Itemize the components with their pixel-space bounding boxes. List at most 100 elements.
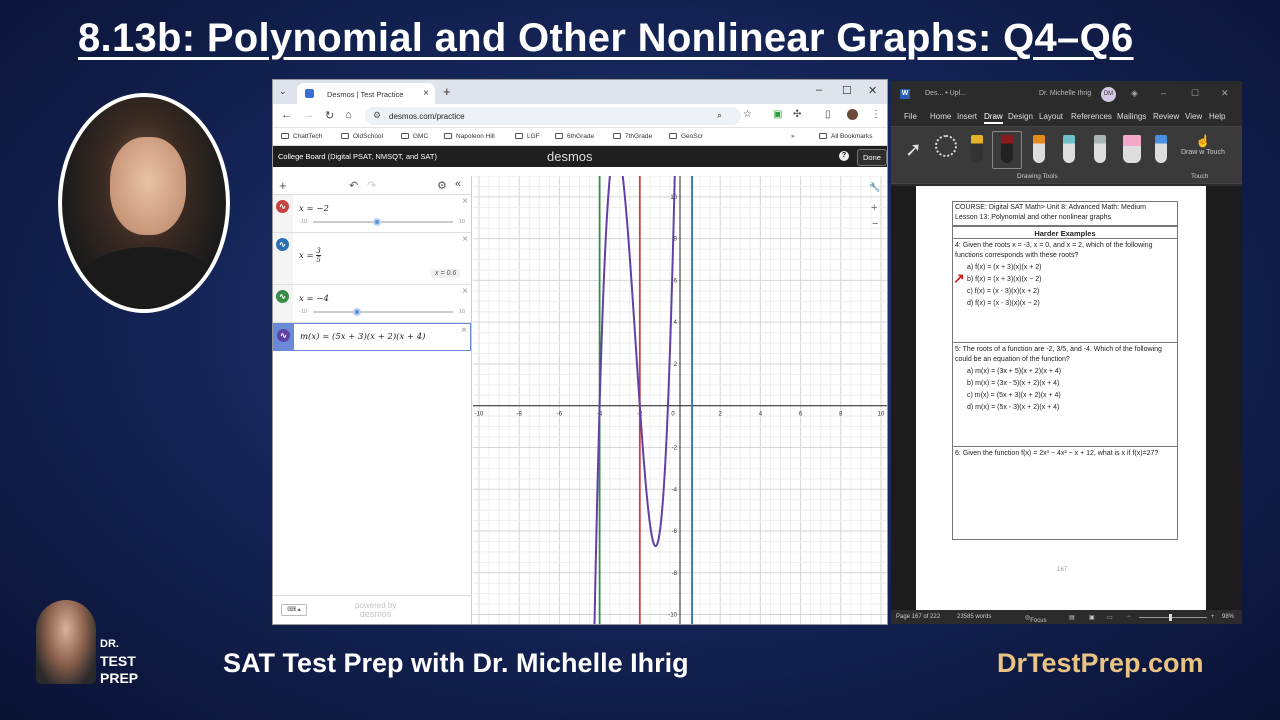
word-count[interactable]: 23585 words	[957, 614, 991, 620]
extension-icon[interactable]: ▣	[773, 109, 782, 120]
bookmark-folder[interactable]: GMC	[401, 133, 428, 140]
help-icon[interactable]: ?	[839, 151, 849, 161]
value-slider[interactable]	[313, 308, 453, 316]
graph-toggle-icon[interactable]: ∿	[277, 329, 290, 342]
expression-row[interactable]: ∿ x = 35 × x = 0.6	[273, 233, 471, 285]
collapse-list-icon[interactable]: «	[455, 178, 461, 190]
graph-toggle-icon[interactable]: ∿	[276, 238, 289, 251]
tab-draw[interactable]: Draw	[984, 112, 1003, 124]
zoom-slider-thumb[interactable]	[1169, 614, 1172, 621]
maximize-icon[interactable]: ☐	[1191, 88, 1199, 99]
settings-gear-icon[interactable]: ⚙	[437, 179, 447, 192]
zoom-in-icon[interactable]: +	[871, 202, 877, 214]
tab-layout[interactable]: Layout	[1039, 112, 1063, 121]
bookmarks-overflow-icon[interactable]: »	[791, 133, 795, 140]
tab-review[interactable]: Review	[1153, 112, 1179, 121]
graph-svg[interactable]: -10-8-6-4-20246810108642-2-4-6-8-10	[473, 80, 887, 625]
expression-row[interactable]: ∿ x = −2 × -10 10	[273, 195, 471, 233]
zoom-out-icon[interactable]: −	[872, 218, 878, 230]
tab-desmos[interactable]: Desmos | Test Practice ×	[297, 83, 435, 104]
delete-expression-icon[interactable]: ×	[462, 234, 468, 245]
pen-teal-icon[interactable]	[1063, 135, 1075, 163]
tab-mailings[interactable]: Mailings	[1117, 112, 1146, 121]
graph-settings-wrench-icon[interactable]: 🔧	[869, 182, 880, 193]
tab-view[interactable]: View	[1185, 112, 1202, 121]
close-tab-icon[interactable]: ×	[423, 88, 429, 99]
zoom-out-icon[interactable]: −	[1127, 614, 1131, 620]
select-cursor-icon[interactable]: ➚	[905, 137, 922, 162]
user-avatar[interactable]: DM	[1101, 87, 1116, 102]
minimize-icon[interactable]: –	[1161, 88, 1166, 98]
delete-expression-icon[interactable]: ×	[462, 286, 468, 297]
back-icon[interactable]: ←	[281, 109, 292, 121]
slider-min[interactable]: -10	[299, 309, 307, 315]
slider-min[interactable]: -10	[299, 219, 307, 225]
lasso-select-icon[interactable]	[935, 135, 957, 157]
highlighter-pink-icon[interactable]	[1123, 135, 1141, 163]
close-window-icon[interactable]: ✕	[1221, 88, 1229, 99]
delete-expression-icon[interactable]: ×	[462, 196, 468, 207]
add-item-icon[interactable]: +	[279, 178, 287, 193]
page-count[interactable]: Page 167 of 222	[896, 614, 940, 620]
sidepanel-icon[interactable]: ▯	[825, 109, 831, 120]
slider-max[interactable]: 10	[459, 219, 465, 225]
tab-design[interactable]: Design	[1008, 112, 1033, 121]
forward-icon[interactable]: →	[303, 109, 314, 121]
expression-latex[interactable]: m(x) = (5x + 3)(x + 2)(x + 4)	[300, 332, 426, 342]
close-window-icon[interactable]: ✕	[868, 84, 877, 97]
extensions-puzzle-icon[interactable]: ✣	[793, 109, 801, 120]
document-page[interactable]: COURSE: Digital SAT Math> Unit 8: Advanc…	[916, 186, 1206, 610]
menu-dots-icon[interactable]: ⋮	[871, 109, 881, 120]
slider-knob[interactable]	[373, 218, 381, 226]
new-tab-icon[interactable]: +	[443, 84, 451, 99]
expression-row-active[interactable]: ∿ m(x) = (5x + 3)(x + 2)(x + 4) ×	[273, 323, 471, 351]
pen-gray-icon[interactable]	[1094, 135, 1106, 163]
copilot-icon[interactable]: ◈	[1131, 88, 1138, 99]
expression-latex[interactable]: x = 35	[299, 247, 321, 264]
minimize-icon[interactable]: –	[816, 84, 822, 96]
tab-file[interactable]: File	[904, 112, 917, 121]
expression-latex[interactable]: x = −4	[299, 294, 329, 304]
value-slider[interactable]	[313, 218, 453, 226]
expression-latex[interactable]: x = −2	[299, 204, 329, 214]
bookmark-folder[interactable]: GeoScr	[669, 133, 703, 140]
document-title[interactable]: Des... • Upl...	[925, 90, 966, 97]
maximize-icon[interactable]: ☐	[842, 84, 852, 97]
tab-help[interactable]: Help	[1209, 112, 1225, 121]
tab-references[interactable]: References	[1071, 112, 1112, 121]
focus-button[interactable]: ◎ Focus	[1025, 614, 1047, 624]
redo-icon[interactable]: ↷	[367, 179, 376, 192]
url-field[interactable]: ⚙ desmos.com/practice ⌕	[365, 107, 741, 125]
bookmark-folder[interactable]: 6thGrade	[555, 133, 594, 140]
print-layout-icon[interactable]: ▣	[1089, 614, 1095, 621]
pen-orange-icon[interactable]	[1033, 135, 1045, 163]
pen-darkred-icon[interactable]	[1001, 135, 1013, 163]
zoom-slider[interactable]	[1139, 617, 1207, 618]
undo-icon[interactable]: ↶	[349, 179, 358, 192]
bookmark-folder[interactable]: ChattTech	[281, 133, 322, 140]
expression-row[interactable]: ∿ x = −4 × -10 10	[273, 285, 471, 323]
slider-max[interactable]: 10	[459, 309, 465, 315]
bookmark-folder[interactable]: OldSchool	[341, 133, 383, 140]
profile-avatar[interactable]	[847, 109, 858, 120]
pen-blue-icon[interactable]	[1155, 135, 1167, 163]
draw-with-touch-button[interactable]: ☝ Draw w Touch	[1181, 135, 1225, 157]
tab-insert[interactable]: Insert	[957, 112, 977, 121]
zoom-search-icon[interactable]: ⌕	[717, 110, 722, 121]
tab-search-icon[interactable]: ⌄	[279, 86, 287, 97]
web-layout-icon[interactable]: ▭	[1107, 614, 1113, 621]
delete-expression-icon[interactable]: ×	[461, 325, 467, 336]
graph-toggle-icon[interactable]: ∿	[276, 290, 289, 303]
slider-knob[interactable]	[353, 308, 361, 316]
read-mode-icon[interactable]: ▤	[1069, 614, 1075, 621]
keyboard-toggle-icon[interactable]: ⌨ ▴	[281, 604, 307, 616]
zoom-in-icon[interactable]: +	[1211, 614, 1215, 620]
pen-yellow-icon[interactable]	[971, 135, 983, 163]
reload-icon[interactable]: ↻	[325, 109, 334, 122]
bookmark-star-icon[interactable]: ☆	[743, 109, 752, 120]
home-icon[interactable]: ⌂	[345, 109, 352, 121]
site-info-icon[interactable]: ⚙	[373, 110, 381, 121]
all-bookmarks[interactable]: All Bookmarks	[819, 133, 873, 140]
bookmark-folder[interactable]: 7thGrade	[613, 133, 652, 140]
graph-paper[interactable]: -10-8-6-4-20246810108642-2-4-6-8-10 🔧 + …	[473, 80, 887, 625]
